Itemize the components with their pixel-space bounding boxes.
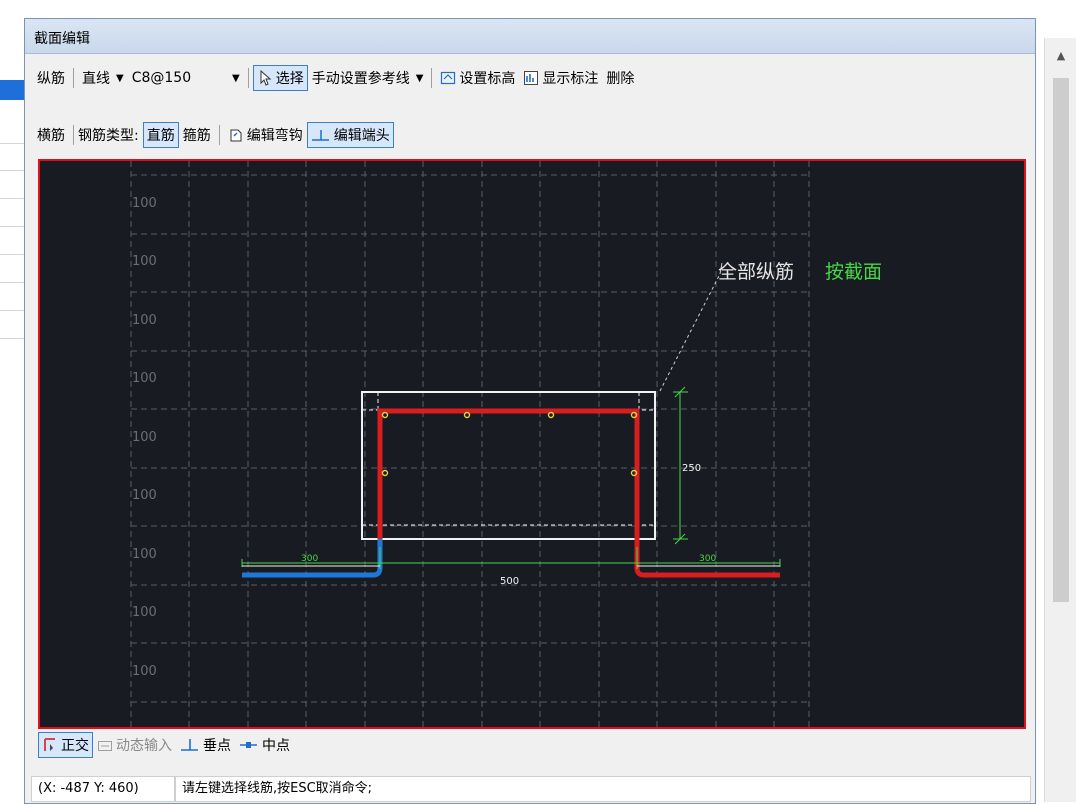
toolbar-separator	[73, 68, 74, 88]
red-rebar-path[interactable]	[377, 408, 780, 578]
background-selected-row	[0, 80, 24, 100]
midpoint-icon	[239, 737, 259, 753]
midpoint-snap-button[interactable]: 中点	[235, 733, 294, 757]
grid-label: 100	[132, 664, 157, 679]
annotation-by-section[interactable]: 按截面	[825, 261, 882, 283]
edit-end-button[interactable]: 编辑端头	[306, 122, 394, 148]
grid-labels: 100 100 100 100 100 100 100 100 100	[132, 196, 157, 679]
dynamic-input-button[interactable]: 动态输入	[93, 733, 176, 757]
toolbar-separator	[73, 125, 74, 145]
rebar-type-label: 钢筋类型:	[78, 128, 139, 144]
ortho-button[interactable]: 正交	[38, 732, 93, 758]
coordinates-readout: (X: -487 Y: 460)	[31, 776, 175, 802]
dialog-titlebar[interactable]: 截面编辑	[25, 19, 1035, 54]
longitudinal-rebar-button[interactable]: 纵筋	[33, 66, 69, 90]
rebar-spec-value: C8@150	[131, 70, 192, 86]
background-scrollbar[interactable]: ▲	[1044, 38, 1076, 802]
longitudinal-bar-dots[interactable]	[381, 411, 638, 477]
grid-vertical-lines	[130, 161, 810, 727]
grid-label: 100	[132, 488, 157, 503]
edit-hook-label: 编辑弯钩	[246, 128, 303, 144]
toolbar-row-1: 纵筋 直线 ▼ C8@150 ▼ 选择 手动设置参考线 ▼ 设置标高 显示标注 …	[33, 64, 1023, 92]
hook-icon	[228, 127, 244, 143]
chevron-down-icon: ▼	[116, 72, 124, 84]
elevation-icon	[440, 70, 456, 86]
shape-value: 直线	[82, 71, 110, 87]
grid-label: 100	[132, 254, 157, 269]
straight-rebar-button[interactable]: 直筋	[142, 122, 179, 148]
show-annotation-label: 显示标注	[542, 71, 599, 87]
perpendicular-label: 垂点	[203, 738, 231, 754]
rebar-spec-combo[interactable]: C8@150 ▼	[128, 66, 244, 90]
width-dimension-label: 500	[500, 576, 519, 587]
toolbar-separator	[218, 125, 220, 145]
grid-label: 100	[132, 313, 157, 328]
ortho-icon	[42, 737, 58, 753]
section-canvas[interactable]: 100 100 100 100 100 100 100 100 100 全部纵筋…	[38, 159, 1026, 729]
scroll-up-icon[interactable]: ▲	[1053, 48, 1069, 64]
status-bar: (X: -487 Y: 460) 请左键选择线筋,按ESC取消命令;	[25, 772, 1035, 803]
grid-label: 100	[132, 430, 157, 445]
grid-label: 100	[132, 371, 157, 386]
section-edit-dialog: 截面编辑 纵筋 直线 ▼ C8@150 ▼ 选择 手动设置参考线 ▼ 设置标高 …	[24, 18, 1036, 804]
set-elevation-label: 设置标高	[459, 71, 516, 87]
right-extension-label: 300	[699, 554, 716, 564]
cursor-arrow-icon	[257, 69, 273, 86]
transverse-rebar-button[interactable]: 横筋	[33, 123, 69, 147]
scroll-thumb[interactable]	[1053, 78, 1069, 602]
select-button[interactable]: 选择	[252, 65, 308, 91]
dialog-title: 截面编辑	[34, 31, 90, 47]
toolbar-row-2: 横筋 钢筋类型: 直筋 箍筋 编辑弯钩 编辑端头	[33, 121, 1023, 149]
perpendicular-icon	[180, 737, 200, 753]
section-drawing[interactable]: 100 100 100 100 100 100 100 100 100 全部纵筋…	[40, 161, 1024, 727]
grid-label: 100	[132, 547, 157, 562]
background-panel	[0, 38, 24, 802]
snap-toolbar: 正交 动态输入 垂点 中点	[38, 730, 1022, 760]
delete-button[interactable]: 删除	[602, 66, 638, 90]
manual-ref-line-label: 手动设置参考线	[311, 71, 410, 87]
grid-horizontal-lines	[131, 174, 809, 703]
chevron-down-icon: ▼	[415, 72, 424, 84]
ortho-label: 正交	[61, 738, 89, 754]
command-prompt: 请左键选择线筋,按ESC取消命令;	[175, 776, 1031, 802]
manual-ref-line-dropdown[interactable]: 手动设置参考线 ▼	[308, 66, 428, 90]
show-annotation-button[interactable]: 显示标注	[519, 66, 602, 90]
set-elevation-button[interactable]: 设置标高	[436, 66, 519, 90]
height-dimension-label: 250	[682, 463, 701, 474]
midpoint-label: 中点	[262, 738, 290, 754]
grid-label: 100	[132, 196, 157, 211]
chevron-down-icon: ▼	[232, 72, 240, 84]
stirrup-button[interactable]: 箍筋	[179, 123, 215, 147]
edit-hook-button[interactable]: 编辑弯钩	[224, 123, 307, 147]
select-label: 选择	[275, 71, 304, 87]
end-icon	[311, 127, 331, 143]
edit-end-label: 编辑端头	[333, 128, 390, 144]
annotation-all-longitudinal[interactable]: 全部纵筋	[718, 261, 794, 283]
toolbar-separator	[247, 68, 249, 88]
shape-dropdown[interactable]: 直线 ▼	[78, 66, 128, 90]
left-extension-label: 300	[301, 554, 318, 564]
grid-label: 100	[132, 605, 157, 620]
dynamic-input-icon	[97, 737, 113, 753]
annotation-icon	[523, 70, 539, 86]
toolbar-separator	[431, 68, 433, 88]
section-outline[interactable]	[361, 391, 656, 540]
dynamic-input-label: 动态输入	[116, 738, 172, 754]
perpendicular-snap-button[interactable]: 垂点	[176, 733, 235, 757]
